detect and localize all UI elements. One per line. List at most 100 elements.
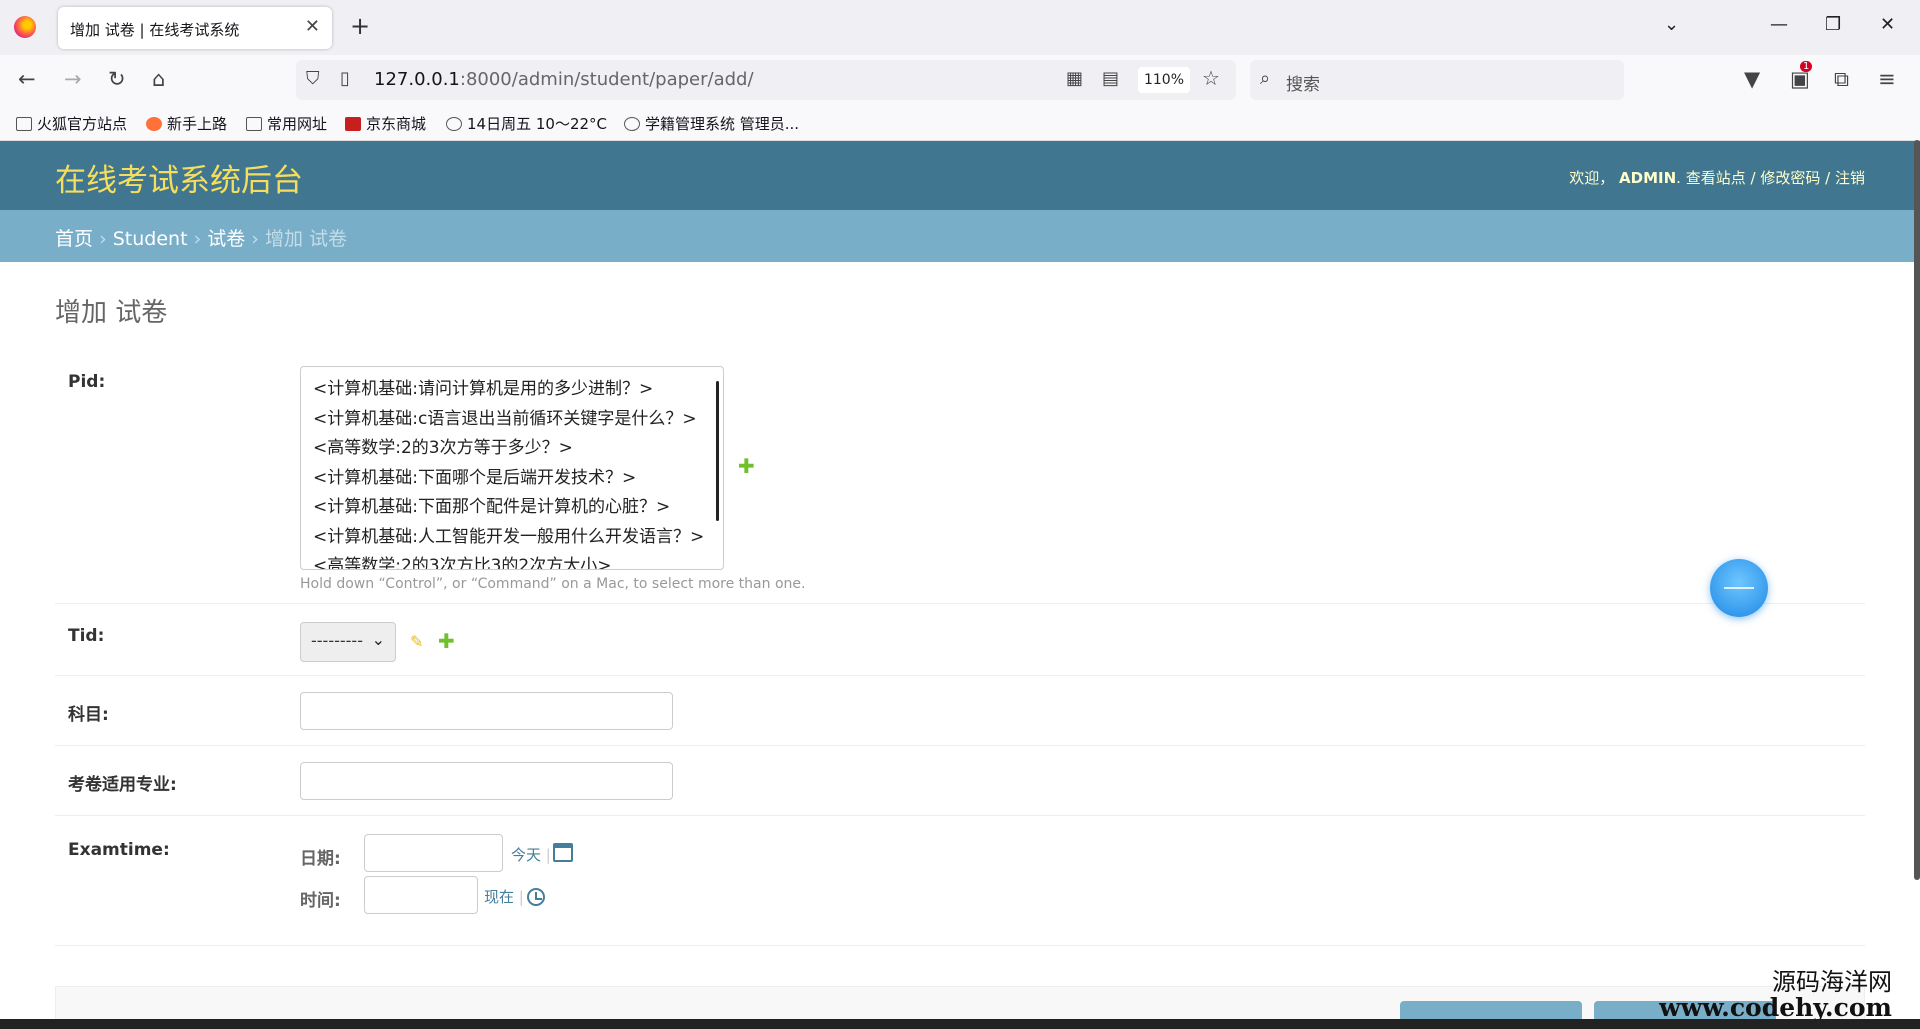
- bookmark-item[interactable]: 新手上路: [146, 113, 227, 134]
- pid-label: Pid:: [68, 372, 106, 392]
- clock-icon[interactable]: [527, 888, 545, 906]
- url-bar[interactable]: ⛉ ▯ 127.0.0.1:8000/admin/student/paper/a…: [296, 60, 1236, 100]
- pid-option[interactable]: <计算机基础:c语言退出当前循环关键字是什么？>: [313, 405, 723, 435]
- now-link-text: 现在: [484, 888, 515, 906]
- subject-input[interactable]: [300, 692, 673, 730]
- url-host: 127.0.0.1: [374, 69, 460, 90]
- browser-tab[interactable]: 增加 试卷 | 在线考试系统 ✕: [58, 7, 332, 49]
- breadcrumb-sep: ›: [251, 228, 259, 250]
- add-pid-plus-icon[interactable]: ✚: [738, 454, 755, 478]
- username: ADMIN: [1619, 169, 1677, 187]
- folder-icon: [246, 116, 262, 131]
- admin-header: 在线考试系统后台 欢迎， ADMIN. 查看站点 / 修改密码 / 注销: [0, 141, 1920, 210]
- time-input[interactable]: [364, 876, 478, 914]
- tid-label: Tid:: [68, 626, 105, 646]
- examtime-label: Examtime:: [68, 840, 170, 860]
- minimize-icon[interactable]: —: [1770, 14, 1788, 35]
- breadcrumb: 首页 › Student › 试卷 › 增加 试卷: [0, 210, 1920, 262]
- bookmark-label: 火狐官方站点: [37, 115, 128, 133]
- site-branding[interactable]: 在线考试系统后台: [55, 155, 303, 200]
- bookmark-label: 新手上路: [167, 115, 228, 133]
- shield-icon[interactable]: ⛉: [306, 68, 320, 89]
- breadcrumb-sep: ›: [193, 228, 202, 250]
- date-input[interactable]: [364, 834, 503, 872]
- view-site-link[interactable]: 查看站点: [1686, 169, 1746, 187]
- bookmarks-bar: 火狐官方站点 新手上路 常用网址 京东商城 14日周五 10～22°C 学籍管理…: [0, 105, 1920, 141]
- browser-nav-bar: ← → ↻ ⌂ ⛉ ▯ 127.0.0.1:8000/admin/student…: [0, 55, 1920, 105]
- extension-icon[interactable]: ▣ 1: [1790, 61, 1813, 91]
- pid-option[interactable]: <高等数学:2的3次方比3的2次方大小>: [313, 552, 723, 569]
- globe-icon: [624, 116, 640, 131]
- tab-list-chevron-icon[interactable]: ⌄: [1664, 14, 1679, 35]
- tid-select[interactable]: --------- ⌄: [300, 622, 396, 662]
- menu-icon[interactable]: ≡: [1878, 67, 1896, 91]
- calendar-icon[interactable]: [553, 843, 573, 862]
- breadcrumb-sep: ›: [99, 228, 107, 250]
- separator: |: [518, 888, 524, 906]
- page-scrollbar[interactable]: [1914, 140, 1920, 880]
- pid-multiselect[interactable]: <计算机基础:请问计算机是用的多少进制？> <计算机基础:c语言退出当前循环关键…: [300, 366, 724, 570]
- pid-option[interactable]: <高等数学:2的3次方等于多少？>: [313, 434, 723, 464]
- separator: /: [1750, 169, 1756, 187]
- home-icon[interactable]: ⌂: [152, 67, 165, 91]
- logout-link[interactable]: 注销: [1835, 169, 1865, 187]
- pid-option[interactable]: <计算机基础:下面哪个是后端开发技术？>: [313, 464, 723, 494]
- chevron-down-icon: ⌄: [371, 630, 385, 649]
- add-tid-plus-icon[interactable]: ✚: [438, 629, 455, 653]
- breadcrumb-model[interactable]: 试卷: [207, 228, 245, 250]
- bookmark-item[interactable]: 学籍管理系统 管理员...: [624, 113, 799, 134]
- bookmark-star-icon[interactable]: ☆: [1202, 66, 1220, 90]
- date-label: 日期:: [300, 849, 341, 869]
- tid-selected-value: ---------: [311, 631, 363, 650]
- bookmark-label: 常用网址: [267, 115, 328, 133]
- bottom-strip: [0, 1019, 1920, 1029]
- zoom-level[interactable]: 110%: [1138, 67, 1190, 93]
- bookmark-item[interactable]: 火狐官方站点: [16, 113, 127, 134]
- bookmark-item[interactable]: 14日周五 10～22°C: [446, 113, 607, 134]
- qr-code-icon[interactable]: ▦: [1066, 68, 1083, 89]
- pid-option[interactable]: <计算机基础:请问计算机是用的多少进制？>: [313, 375, 723, 405]
- bookmark-item[interactable]: 京东商城: [345, 113, 426, 134]
- today-link[interactable]: 今天 |: [511, 844, 551, 865]
- search-bar[interactable]: ⌕ 搜索: [1250, 60, 1624, 100]
- window-close-icon[interactable]: ✕: [1880, 14, 1895, 35]
- major-label: 考卷适用专业:: [68, 775, 177, 795]
- now-link[interactable]: 现在 |: [484, 886, 524, 907]
- reader-view-icon[interactable]: ▤: [1102, 68, 1119, 89]
- reload-icon[interactable]: ↻: [108, 67, 126, 91]
- page-title: 增加 试卷: [55, 298, 168, 328]
- watermark: 源码海洋网 www.codehy.com: [1659, 967, 1892, 1022]
- tab-title: 增加 试卷 | 在线考试系统: [70, 21, 240, 39]
- jd-icon: [345, 116, 361, 131]
- subject-label: 科目:: [68, 705, 109, 725]
- restore-icon[interactable]: ❐: [1825, 14, 1841, 35]
- forward-icon[interactable]: →: [64, 67, 82, 91]
- firefox-icon[interactable]: [14, 16, 36, 38]
- breadcrumb-app[interactable]: Student: [113, 228, 188, 250]
- back-icon[interactable]: ←: [18, 67, 36, 91]
- url-text[interactable]: 127.0.0.1:8000/admin/student/paper/add/: [374, 69, 754, 90]
- extensions-puzzle-icon[interactable]: ⧉: [1834, 67, 1849, 92]
- page-info-icon[interactable]: ▯: [340, 68, 350, 89]
- folder-icon: [16, 116, 32, 131]
- content-area: 增加 试卷 Pid: <计算机基础:请问计算机是用的多少进制？> <计算机基础:…: [0, 262, 1920, 1029]
- bookmark-label: 14日周五 10～22°C: [467, 115, 608, 133]
- bookmark-item[interactable]: 常用网址: [246, 113, 327, 134]
- tab-close-icon[interactable]: ✕: [305, 16, 320, 37]
- major-input[interactable]: [300, 762, 673, 800]
- pid-option[interactable]: <计算机基础:下面那个配件是计算机的心脏？>: [313, 493, 723, 523]
- examtime-row: Examtime:: [55, 816, 1865, 946]
- change-password-link[interactable]: 修改密码: [1760, 169, 1820, 187]
- bookmark-label: 学籍管理系统 管理员...: [645, 115, 800, 133]
- breadcrumb-home[interactable]: 首页: [55, 228, 93, 250]
- pid-option[interactable]: <计算机基础:人工智能开发一般用什么开发语言？>: [313, 523, 723, 553]
- edit-pencil-icon[interactable]: ✎: [410, 632, 423, 651]
- extension-badge: 1: [1800, 61, 1813, 72]
- pocket-icon[interactable]: ▼: [1744, 67, 1760, 91]
- floating-assistant-icon[interactable]: [1710, 559, 1768, 617]
- watermark-line1: 源码海洋网: [1772, 967, 1892, 996]
- search-placeholder: 搜索: [1286, 75, 1320, 95]
- watermark-line2: www.codehy.com: [1659, 992, 1892, 1022]
- select-scrollbar[interactable]: [716, 381, 719, 521]
- new-tab-icon[interactable]: +: [350, 12, 370, 40]
